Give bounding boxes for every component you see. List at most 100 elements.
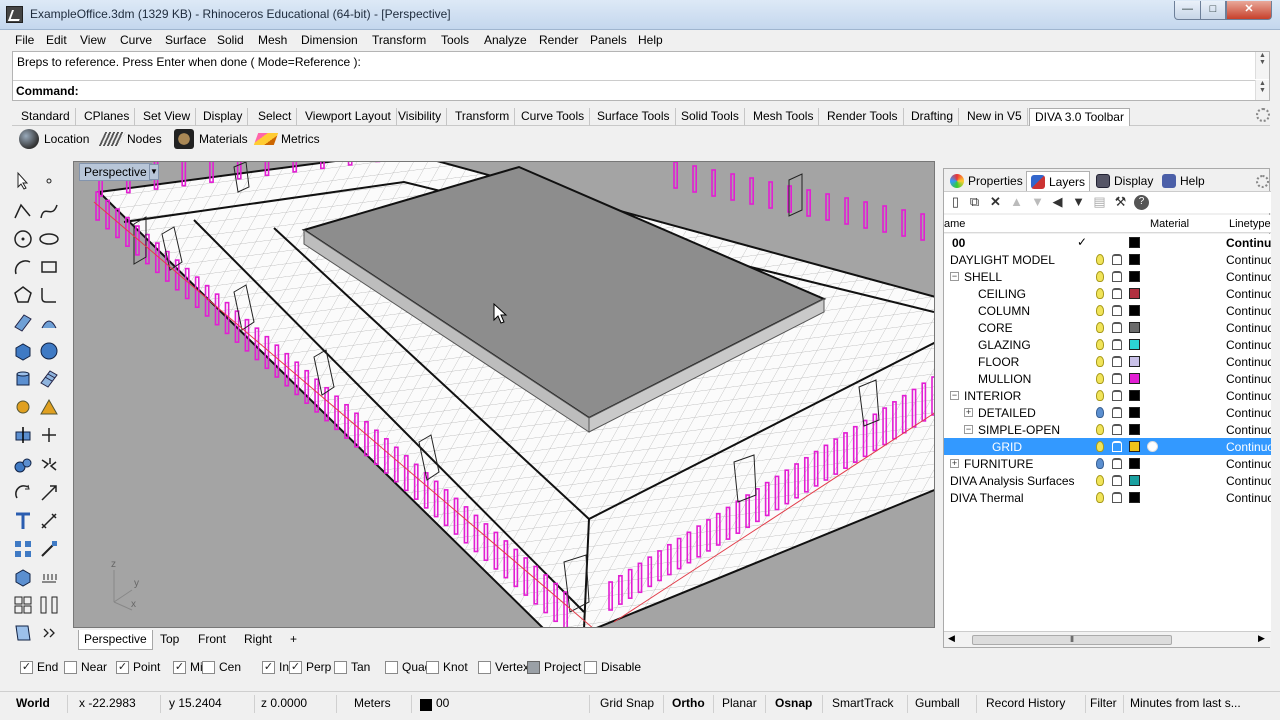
layer-lock-icon[interactable] [1112, 390, 1122, 401]
polygon-icon[interactable] [12, 284, 34, 306]
layer-linetype[interactable]: Continuou [1226, 440, 1271, 454]
layer-row[interactable]: + DETAILED Continuou [944, 404, 1271, 421]
layer-color-swatch[interactable] [1129, 339, 1140, 350]
ortho-toggle[interactable]: Ortho [668, 695, 714, 713]
layer-row[interactable]: GRID Continuou [944, 438, 1271, 455]
layer-visibility-bulb-icon[interactable] [1096, 288, 1104, 299]
layer-list-hscrollbar[interactable]: ◀ ⦀ ▶ [944, 631, 1271, 647]
text-icon[interactable] [12, 510, 34, 532]
layer-visibility-bulb-icon[interactable] [1096, 254, 1104, 265]
osnap-point[interactable]: ✓ Point [116, 660, 160, 674]
layer-visibility-bulb-icon[interactable] [1096, 271, 1104, 282]
gear-icon[interactable] [1256, 108, 1270, 122]
osnap-checkbox[interactable]: ✓ [289, 660, 302, 674]
tab-solid-tools[interactable]: Solid Tools [676, 108, 745, 126]
layer-linetype[interactable]: Continuou [1226, 304, 1271, 318]
menu-mesh[interactable]: Mesh [258, 33, 287, 47]
osnap-vertex[interactable]: Vertex [478, 660, 529, 674]
layer-visibility-bulb-icon[interactable] [1096, 390, 1104, 401]
layer-color-swatch[interactable] [1129, 254, 1140, 265]
command-line[interactable]: Command: [13, 80, 1255, 100]
panel-gear-icon[interactable] [1256, 175, 1269, 188]
tab-cplanes[interactable]: CPlanes [79, 108, 136, 126]
osnap-cen[interactable]: Cen [202, 660, 241, 674]
layer-states-icon[interactable]: ▤ [1092, 195, 1107, 210]
osnap-checkbox[interactable]: ✓ [262, 660, 275, 674]
layer-row[interactable]: DIVA Analysis Surfaces Continuou [944, 472, 1271, 489]
edit-points-icon[interactable] [38, 538, 60, 560]
layer-visibility-bulb-icon[interactable] [1096, 475, 1104, 486]
surface-icon[interactable] [12, 312, 34, 334]
grid-snap-toggle[interactable]: Grid Snap [596, 695, 664, 713]
boolean-icon[interactable] [38, 396, 60, 418]
perspective-viewport[interactable]: z y x Perspective ▼ [73, 161, 935, 628]
layer-lock-icon[interactable] [1112, 271, 1122, 282]
layer-color-swatch[interactable] [1129, 492, 1140, 503]
location-button[interactable]: Location [19, 127, 89, 151]
layer-lock-icon[interactable] [1112, 424, 1122, 435]
viewport-canvas[interactable]: z y x [74, 162, 935, 628]
osnap-checkbox[interactable] [478, 660, 491, 674]
filter-icon[interactable]: ▼ [1071, 195, 1086, 210]
scroll-left-icon[interactable]: ◀ [948, 633, 955, 644]
layer-linetype[interactable]: Continuou [1226, 253, 1271, 267]
point-icon[interactable] [38, 170, 60, 192]
layer-linetype[interactable]: Continuo [1226, 236, 1271, 250]
osnap-checkbox[interactable] [527, 660, 540, 674]
circle-icon[interactable] [12, 228, 34, 250]
tab-render-tools[interactable]: Render Tools [822, 108, 904, 126]
tab-surface-tools[interactable]: Surface Tools [592, 108, 676, 126]
vptab-top[interactable]: Top [155, 630, 184, 650]
add-viewport-icon[interactable]: + [285, 630, 302, 650]
layer-color-swatch[interactable] [1129, 441, 1140, 452]
help-question-icon[interactable]: ? [1134, 195, 1149, 210]
block-icon[interactable] [12, 594, 34, 616]
layer-row[interactable]: −INTERIOR Continuou [944, 387, 1271, 404]
layer-color-swatch[interactable] [1129, 288, 1140, 299]
layer-expander-icon[interactable]: + [950, 459, 959, 468]
tab-viewport-layout[interactable]: Viewport Layout [300, 108, 397, 126]
solid-edit-icon[interactable] [12, 566, 34, 588]
layer-visibility-bulb-icon[interactable] [1096, 339, 1104, 350]
tab-properties[interactable]: Properties [946, 171, 1027, 191]
delete-layer-icon[interactable]: ✕ [988, 195, 1003, 210]
layer-visibility-bulb-icon[interactable] [1096, 322, 1104, 333]
vptab-perspective[interactable]: Perspective [78, 630, 153, 650]
osnap-checkbox[interactable] [426, 660, 439, 674]
column-name-header[interactable]: ame [944, 218, 965, 230]
osnap-checkbox[interactable]: ✓ [173, 660, 186, 674]
layer-row[interactable]: CORE Continuou [944, 319, 1271, 336]
osnap-checkbox[interactable]: ✓ [20, 660, 33, 674]
command-history-scrollbar[interactable]: ▲ ▼ [1255, 52, 1269, 79]
layer-row[interactable]: COLUMN Continuou [944, 302, 1271, 319]
menu-solid[interactable]: Solid [217, 33, 244, 47]
osnap-project[interactable]: Project [527, 660, 581, 674]
rhino-app-icon[interactable] [6, 6, 23, 23]
osnap-checkbox[interactable]: ✓ [116, 660, 129, 674]
menu-tools[interactable]: Tools [441, 33, 469, 47]
rotate-icon[interactable] [12, 482, 34, 504]
layer-lock-icon[interactable] [1112, 254, 1122, 265]
nodes-button[interactable]: Nodes [98, 127, 162, 151]
osnap-tan[interactable]: Tan [334, 660, 370, 674]
layer-color-swatch[interactable] [1129, 458, 1140, 469]
scroll-right-icon[interactable]: ▶ [1258, 633, 1265, 644]
layer-lock-icon[interactable] [1112, 339, 1122, 350]
curve-icon[interactable] [38, 200, 60, 222]
scale-icon[interactable] [38, 482, 60, 504]
transform-icon[interactable] [12, 396, 34, 418]
layer-color-swatch[interactable] [1129, 373, 1140, 384]
mesh-icon[interactable] [38, 368, 60, 390]
record-history-toggle[interactable]: Record History [982, 695, 1086, 713]
layer-linetype[interactable]: Continuou [1226, 270, 1271, 284]
osnap-disable[interactable]: Disable [584, 660, 641, 674]
osnap-knot[interactable]: Knot [426, 660, 468, 674]
layer-color-swatch[interactable] [1129, 390, 1140, 401]
minimize-button[interactable]: — [1174, 1, 1201, 20]
ellipse-icon[interactable] [38, 228, 60, 250]
layer-color-swatch[interactable] [1129, 322, 1140, 333]
layer-lock-icon[interactable] [1112, 458, 1122, 469]
layer-row[interactable]: −SIMPLE-OPEN Continuou [944, 421, 1271, 438]
rectangle-icon[interactable] [38, 256, 60, 278]
menu-render[interactable]: Render [539, 33, 578, 47]
